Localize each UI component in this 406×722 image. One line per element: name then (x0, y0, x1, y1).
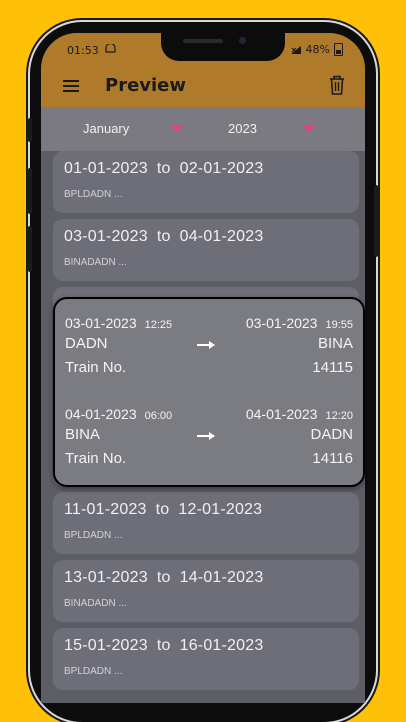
leg1-arr-date: 03-01-2023 (245, 315, 318, 331)
leg2-arr-date: 04-01-2023 (245, 406, 318, 422)
status-time: 01:53 (67, 44, 99, 57)
route-code: BINADADN ... (64, 257, 127, 268)
leg1-dep-date: 03-01-2023 (65, 315, 137, 331)
to-date: 12-01-2023 (178, 501, 263, 518)
volume-down-button (28, 226, 32, 272)
leg2-departure: 04-01-2023 06:00 (65, 406, 172, 424)
arrow-right-icon (197, 432, 215, 440)
from-date: 11-01-2023 (64, 501, 147, 518)
month-dropdown-arrow-icon[interactable] (171, 126, 183, 132)
trash-icon[interactable] (327, 74, 347, 96)
to-date: 02-01-2023 (179, 160, 264, 177)
leg2-to-station: DADN (310, 426, 353, 443)
date-range: 03-01-2023 to 04-01-2023 (64, 228, 263, 246)
power-button (374, 185, 378, 257)
leg2-dep-date: 04-01-2023 (65, 406, 137, 422)
mute-switch (28, 118, 32, 142)
from-date: 03-01-2023 (64, 228, 148, 245)
leg2-arrival: 04-01-2023 12:20 (246, 406, 353, 424)
leg2-dep-time: 06:00 (144, 410, 173, 422)
to-label: to (155, 501, 170, 518)
list-item[interactable]: 01-01-2023 to 02-01-2023 BPLDADN ... (53, 151, 359, 213)
leg1-train-number: 14115 (312, 359, 353, 376)
leg1-departure: 03-01-2023 12:25 (65, 315, 172, 333)
to-label: to (156, 637, 171, 654)
leg1-train-label: Train No. (65, 359, 127, 376)
list-item[interactable]: 11-01-2023 to 12-01-2023 BPLDADN ... (53, 492, 359, 554)
to-date: 16-01-2023 (179, 637, 264, 654)
to-label: to (156, 569, 171, 586)
route-code: BPLDADN ... (64, 530, 123, 541)
to-date: 04-01-2023 (179, 228, 264, 245)
leg2-train-label: Train No. (65, 450, 127, 467)
screen: 01:53 48% Preview January 2023 01-01-202… (41, 33, 365, 703)
page-title: Preview (105, 75, 187, 96)
year-dropdown[interactable]: 2023 (228, 121, 257, 136)
sim-icon (105, 42, 116, 56)
from-date: 13-01-2023 (64, 569, 148, 586)
date-range: 11-01-2023 to 12-01-2023 (64, 501, 262, 519)
leg1-arrival: 03-01-2023 19:55 (246, 315, 353, 333)
filter-bar: January 2023 (41, 107, 365, 151)
battery-icon (334, 43, 343, 56)
from-date: 15-01-2023 (64, 637, 148, 654)
speaker-grille (183, 39, 223, 43)
volume-up-button (28, 168, 32, 214)
menu-icon[interactable] (63, 80, 79, 92)
status-right: 48% (290, 43, 343, 56)
leg2-train-number: 14116 (312, 450, 353, 467)
signal-icon (290, 45, 301, 54)
arrow-right-icon (197, 341, 215, 349)
date-range: 13-01-2023 to 14-01-2023 (64, 569, 263, 587)
list-item[interactable]: 15-01-2023 to 16-01-2023 BPLDADN ... (53, 628, 359, 690)
leg2-arr-time: 12:20 (325, 410, 353, 422)
app-bar: Preview (41, 67, 365, 107)
leg1-arr-time: 19:55 (325, 319, 353, 331)
battery-percent: 48% (305, 43, 330, 56)
leg1-to-station: BINA (317, 335, 353, 352)
list-item[interactable]: 03-01-2023 to 04-01-2023 BINADADN ... (53, 219, 359, 281)
notch (161, 33, 285, 61)
date-range: 01-01-2023 to 02-01-2023 (64, 160, 263, 178)
list-item[interactable]: 13-01-2023 to 14-01-2023 BINADADN ... (53, 560, 359, 622)
route-code: BINADADN ... (64, 598, 127, 609)
date-range: 15-01-2023 to 16-01-2023 (64, 637, 263, 655)
leg1-dep-time: 12:25 (144, 319, 173, 331)
to-label: to (156, 160, 171, 177)
to-label: to (156, 228, 171, 245)
leg2-from-station: BINA (65, 426, 101, 443)
leg1-from-station: DADN (65, 335, 108, 352)
trip-detail-popup[interactable]: 03-01-2023 12:25 03-01-2023 19:55 DADN BIN… (53, 297, 365, 487)
to-date: 14-01-2023 (179, 569, 264, 586)
front-camera (239, 37, 246, 44)
route-code: BPLDADN ... (64, 666, 123, 677)
from-date: 01-01-2023 (64, 160, 148, 177)
route-code: BPLDADN ... (64, 189, 123, 200)
year-dropdown-arrow-icon[interactable] (303, 126, 315, 132)
month-dropdown[interactable]: January (83, 121, 129, 136)
